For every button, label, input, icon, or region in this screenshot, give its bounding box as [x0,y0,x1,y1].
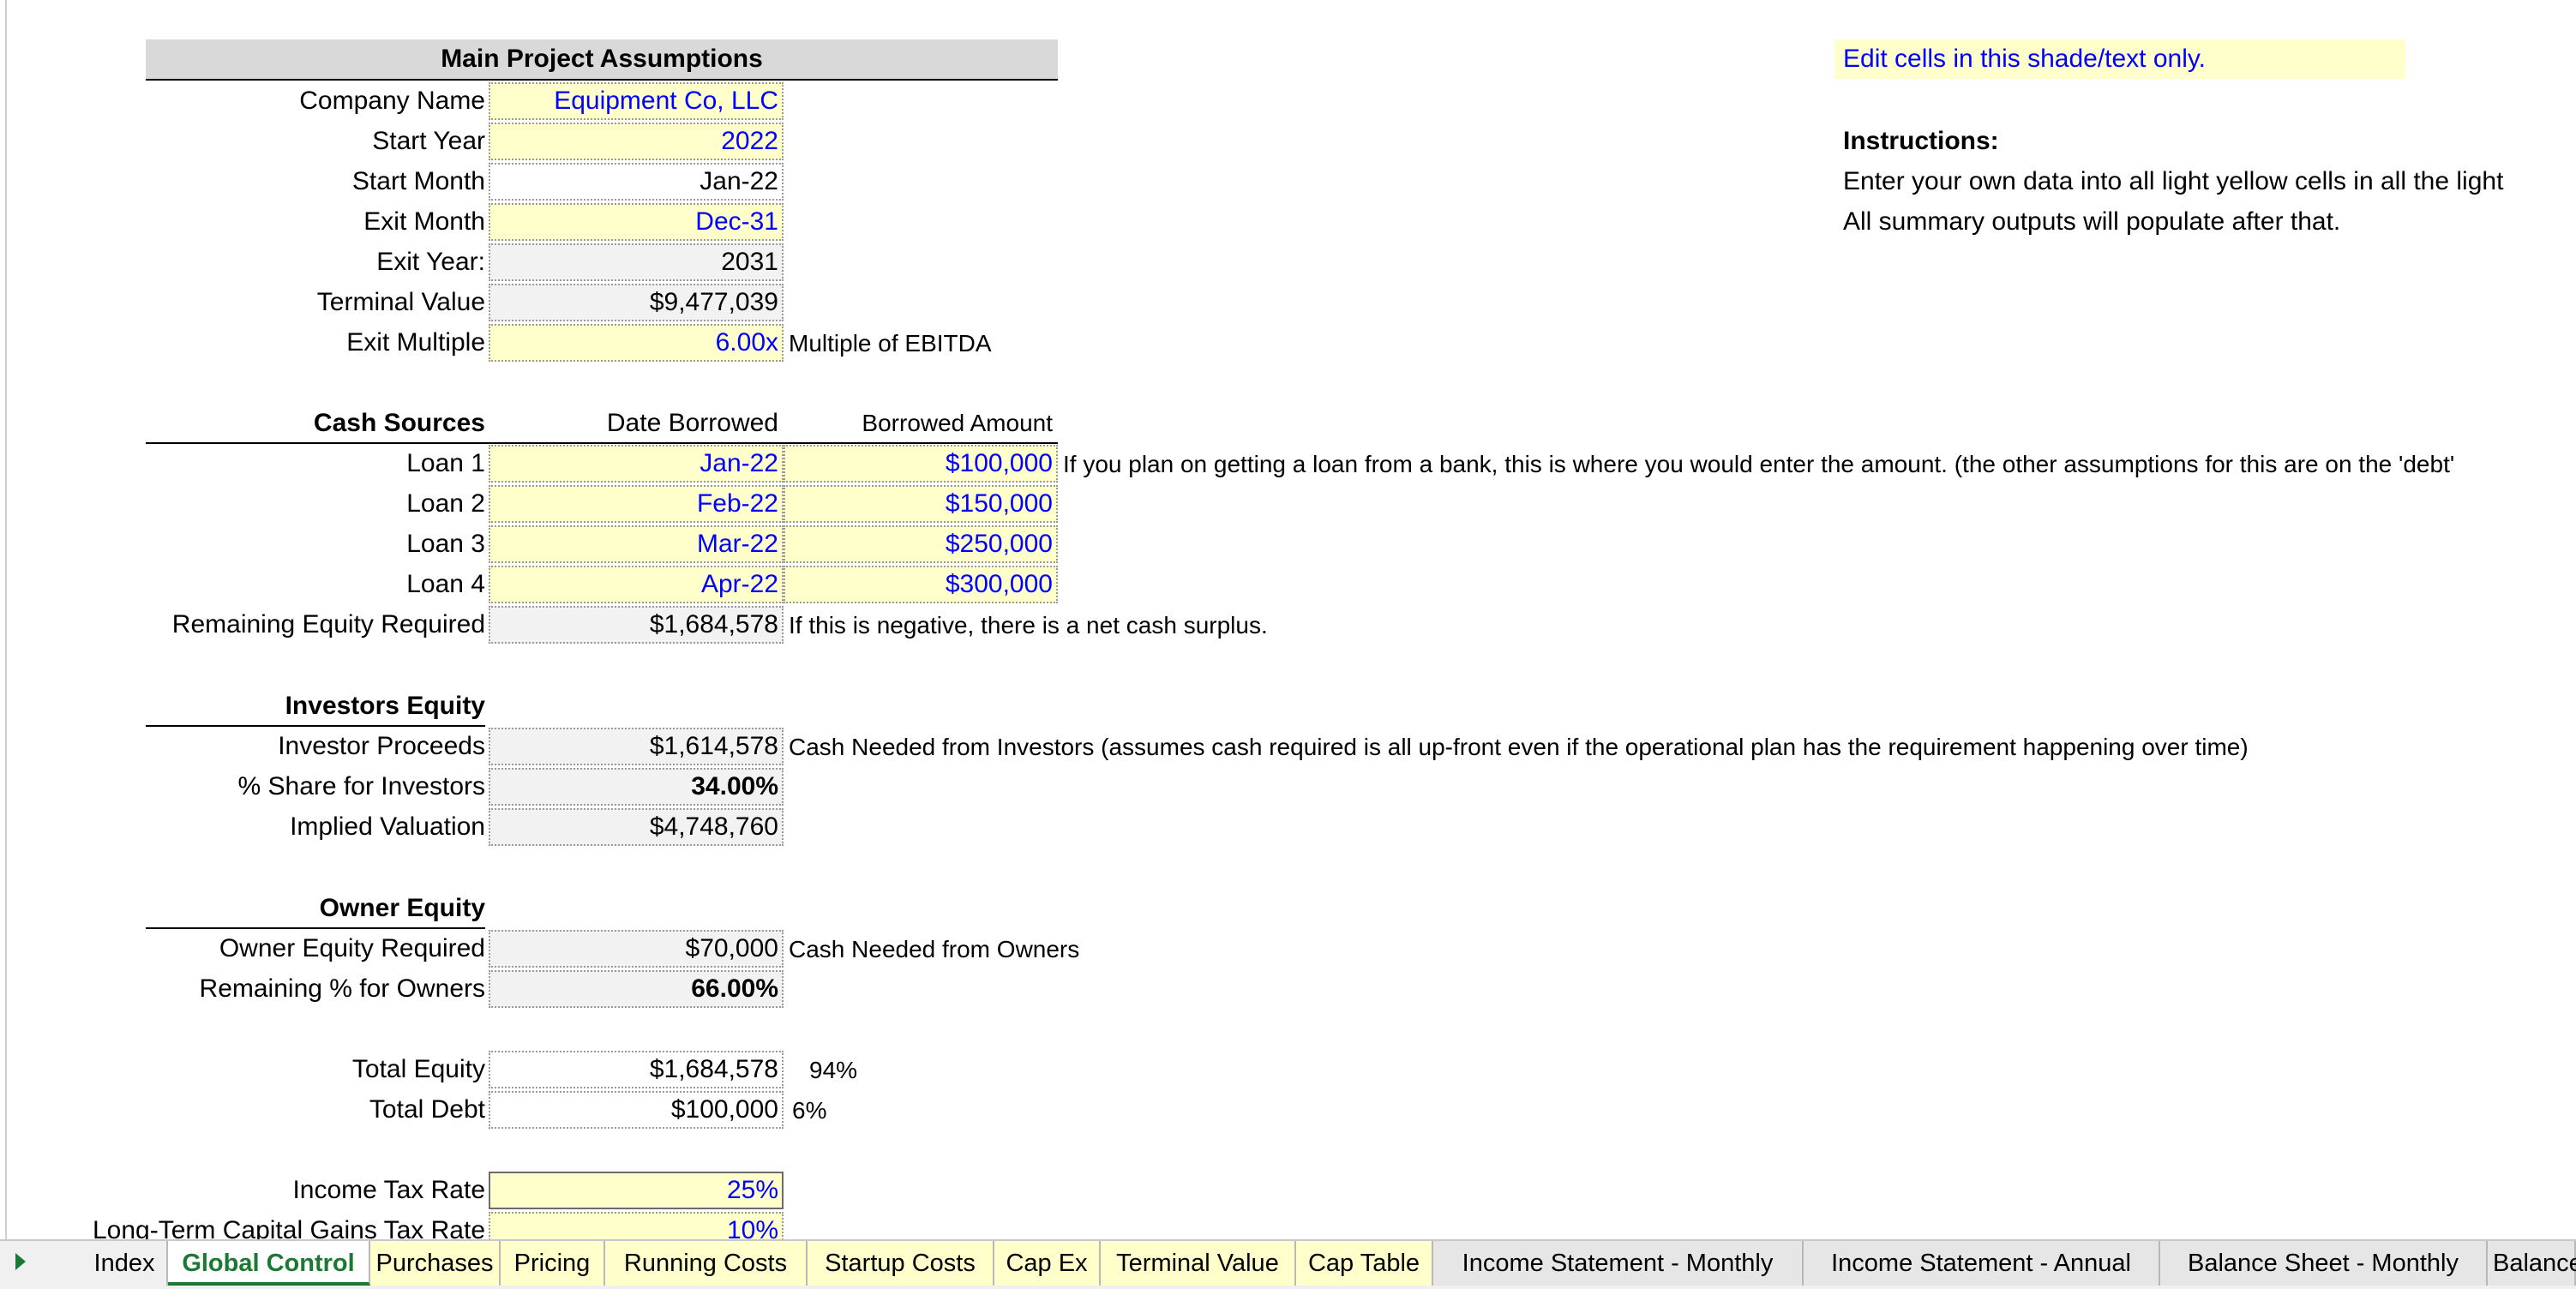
loan-1-date-cell[interactable]: Jan-22 [489,445,784,483]
tab-pricing[interactable]: Pricing [501,1241,605,1286]
spreadsheet-grid[interactable]: Main Project Assumptions Company Name Eq… [0,0,2576,1239]
income-tax-cell[interactable]: 25% [489,1172,784,1209]
share-investors-cell[interactable]: 34.00% [489,768,784,806]
start-month-cell[interactable]: Jan-22 [489,163,784,201]
total-debt-label: Total Debt [369,1095,485,1124]
tab-balance-sheet-monthly[interactable]: Balance Sheet - Monthly [2160,1241,2488,1286]
loan-3-date-cell[interactable]: Mar-22 [489,525,784,563]
tab-balance-sheet-annual[interactable]: Balance [2488,1241,2576,1286]
tab-cap-ex[interactable]: Cap Ex [994,1241,1101,1286]
cash-sources-underline [146,442,1058,444]
loan-4-date-cell[interactable]: Apr-22 [489,566,784,603]
instructions-line-2: All summary outputs will populate after … [1843,207,2341,236]
investor-proceeds-label: Investor Proceeds [278,732,485,760]
exit-year-label: Exit Year: [376,248,485,276]
owner-equity-required-label: Owner Equity Required [219,934,485,962]
implied-valuation-cell[interactable]: $4,748,760 [489,808,784,846]
exit-month-label: Exit Month [363,207,485,236]
tab-income-statement-annual[interactable]: Income Statement - Annual [1804,1241,2160,1286]
total-debt-pct: 6% [792,1097,827,1124]
instructions-title: Instructions: [1843,127,1999,155]
loan-note: If you plan on getting a loan from a ban… [1063,451,2455,477]
implied-valuation-label: Implied Valuation [290,812,485,841]
total-equity-pct: 94% [809,1057,858,1083]
start-year-cell[interactable]: 2022 [489,123,784,160]
exit-year-cell[interactable]: 2031 [489,243,784,281]
cash-sources-title: Cash Sources [313,409,485,437]
tab-global-control[interactable]: Global Control [168,1241,370,1286]
loan-4-amount-cell[interactable]: $300,000 [784,566,1058,603]
company-name-label: Company Name [299,87,485,115]
tab-cap-table[interactable]: Cap Table [1296,1241,1433,1286]
exit-multiple-label: Exit Multiple [346,328,485,357]
loan-1-label: Loan 1 [406,449,485,477]
tab-startup-costs[interactable]: Startup Costs [808,1241,994,1286]
company-name-cell[interactable]: Equipment Co, LLC [489,82,784,120]
exit-multiple-note: Multiple of EBITDA [789,330,992,357]
tab-running-costs[interactable]: Running Costs [605,1241,808,1286]
capital-gains-tax-cell[interactable]: 10% [489,1212,784,1239]
instructions-line-1: Enter your own data into all light yello… [1843,167,2504,195]
remaining-owners-label: Remaining % for Owners [199,974,485,1003]
loan-3-amount-cell[interactable]: $250,000 [784,525,1058,563]
terminal-value-cell[interactable]: $9,477,039 [489,284,784,321]
share-investors-label: % Share for Investors [237,772,485,800]
owner-equity-note: Cash Needed from Owners [789,936,1080,962]
total-debt-cell[interactable]: $100,000 [489,1091,784,1129]
remaining-equity-cell[interactable]: $1,684,578 [489,606,784,644]
tab-terminal-value[interactable]: Terminal Value [1101,1241,1296,1286]
date-borrowed-header: Date Borrowed [606,409,778,437]
sheet-tab-bar: Index Global Control Purchases Pricing R… [0,1239,2576,1289]
terminal-value-label: Terminal Value [316,288,485,316]
loan-4-label: Loan 4 [406,570,485,598]
capital-gains-tax-label: Long-Term Capital Gains Tax Rate [93,1216,485,1239]
main-assumptions-title: Main Project Assumptions [441,45,763,73]
remaining-equity-note: If this is negative, there is a net cash… [789,612,1268,639]
remaining-owners-cell[interactable]: 66.00% [489,970,784,1008]
loan-2-amount-cell[interactable]: $150,000 [784,485,1058,523]
tab-index[interactable]: Index [82,1241,168,1286]
total-equity-cell[interactable]: $1,684,578 [489,1051,784,1088]
owner-underline [146,927,485,929]
loan-2-date-cell[interactable]: Feb-22 [489,485,784,523]
edit-note-text: Edit cells in this shade/text only. [1843,45,2206,73]
investor-proceeds-cell[interactable]: $1,614,578 [489,728,784,765]
loan-3-label: Loan 3 [406,530,485,558]
total-equity-label: Total Equity [351,1055,485,1083]
owner-equity-required-cell[interactable]: $70,000 [489,930,784,968]
investors-underline [146,725,485,727]
row-header-strip [0,0,7,1239]
tab-income-statement-monthly[interactable]: Income Statement - Monthly [1433,1241,1804,1286]
remaining-equity-label: Remaining Equity Required [171,610,485,639]
scroll-tabs-right-icon[interactable] [15,1253,26,1270]
borrowed-amount-header: Borrowed Amount [862,410,1053,436]
loan-1-amount-cell[interactable]: $100,000 [784,445,1058,483]
investors-equity-title: Investors Equity [285,692,485,720]
exit-multiple-cell[interactable]: 6.00x [489,324,784,362]
loan-2-label: Loan 2 [406,489,485,518]
income-tax-label: Income Tax Rate [292,1176,485,1204]
start-month-label: Start Month [351,167,485,195]
owner-equity-title: Owner Equity [319,894,485,922]
start-year-label: Start Year [372,127,485,155]
exit-month-cell[interactable]: Dec-31 [489,203,784,241]
tab-purchases[interactable]: Purchases [370,1241,501,1286]
investor-proceeds-note: Cash Needed from Investors (assumes cash… [789,734,2249,760]
